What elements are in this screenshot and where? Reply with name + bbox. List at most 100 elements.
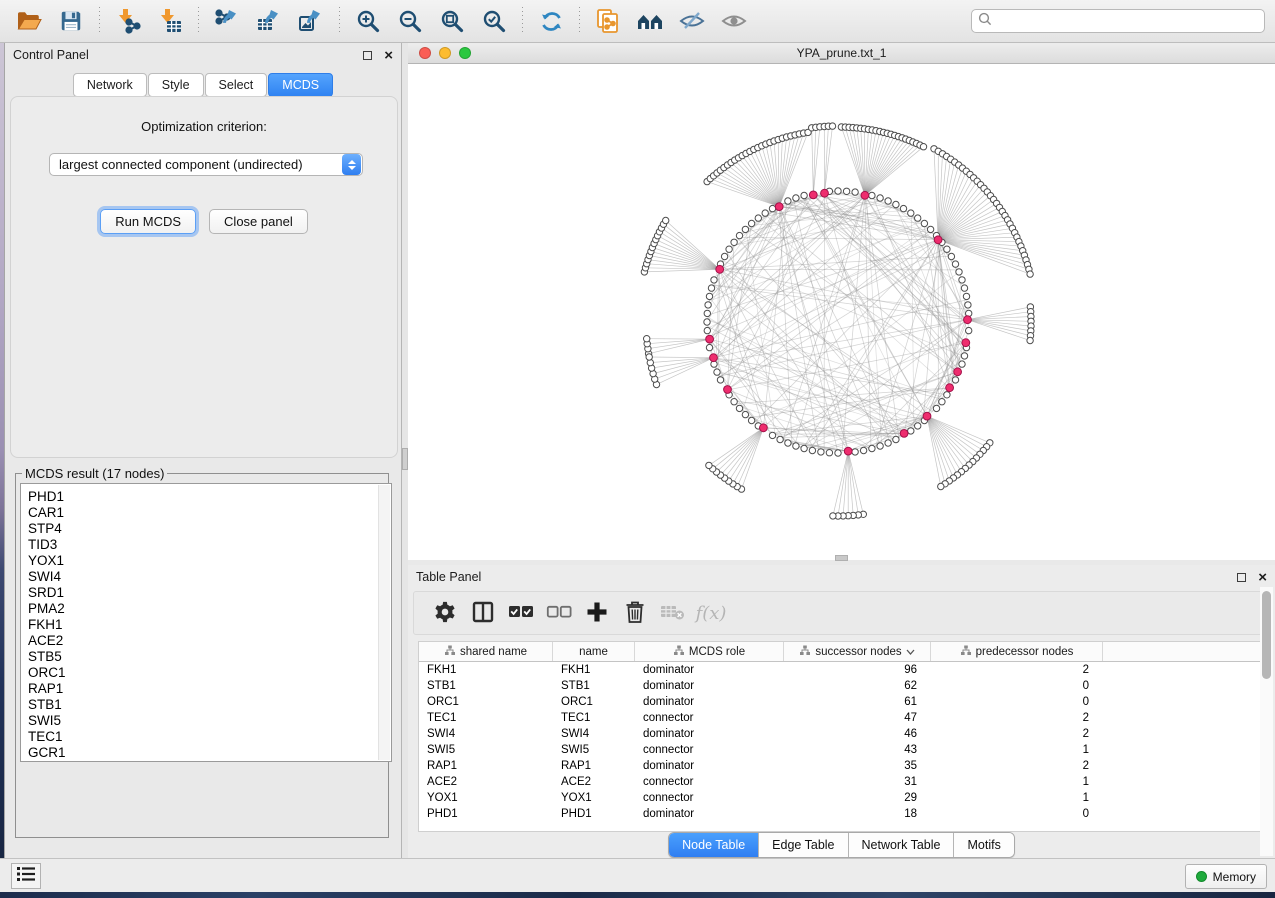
splitter-grip[interactable] xyxy=(835,555,848,561)
mcds-result-item[interactable]: SWI4 xyxy=(21,569,391,585)
mcds-result-item[interactable]: YOX1 xyxy=(21,553,391,569)
network-node-mcds[interactable] xyxy=(809,191,817,199)
cell-predecessor-nodes[interactable]: 0 xyxy=(931,696,1103,708)
network-node[interactable] xyxy=(731,399,737,405)
mcds-result-item[interactable]: STB1 xyxy=(21,697,391,713)
mcds-result-item[interactable]: SRD1 xyxy=(21,585,391,601)
network-node[interactable] xyxy=(948,253,954,259)
zoom-selected-button[interactable] xyxy=(479,6,509,36)
network-node[interactable] xyxy=(963,293,969,299)
cell-name[interactable]: ACE2 xyxy=(553,776,635,788)
cell-shared-name[interactable]: STB1 xyxy=(419,680,553,692)
cell-successor-nodes[interactable]: 62 xyxy=(784,680,931,692)
network-node[interactable] xyxy=(706,462,712,468)
network-node[interactable] xyxy=(938,483,944,489)
cell-successor-nodes[interactable]: 35 xyxy=(784,760,931,772)
network-node[interactable] xyxy=(708,285,714,291)
network-node[interactable] xyxy=(952,377,958,383)
network-node[interactable] xyxy=(704,310,710,316)
tab-network[interactable]: Network xyxy=(73,73,147,97)
cell-predecessor-nodes[interactable]: 2 xyxy=(931,728,1103,740)
cell-name[interactable]: STB1 xyxy=(553,680,635,692)
network-node-mcds[interactable] xyxy=(934,236,942,244)
import-network-button[interactable] xyxy=(113,6,143,36)
search-input[interactable] xyxy=(996,14,1258,28)
network-node[interactable] xyxy=(717,377,723,383)
network-node[interactable] xyxy=(921,220,927,226)
network-node[interactable] xyxy=(860,447,866,453)
float-panel-icon[interactable] xyxy=(363,51,372,60)
network-node[interactable] xyxy=(900,205,906,211)
cell-shared-name[interactable]: SWI4 xyxy=(419,728,553,740)
network-node[interactable] xyxy=(793,195,799,201)
delete-column-button[interactable] xyxy=(620,598,650,628)
table-row[interactable]: RAP1RAP1dominator352 xyxy=(419,758,1263,774)
cell-successor-nodes[interactable]: 96 xyxy=(784,664,931,676)
table-row[interactable]: ACE2ACE2connector311 xyxy=(419,774,1263,790)
cell-successor-nodes[interactable]: 43 xyxy=(784,744,931,756)
network-node[interactable] xyxy=(952,261,958,267)
mcds-result-item[interactable]: PHD1 xyxy=(21,489,391,505)
network-node[interactable] xyxy=(915,215,921,221)
network-node[interactable] xyxy=(755,215,761,221)
mcds-result-item[interactable]: RAP1 xyxy=(21,681,391,697)
network-node[interactable] xyxy=(731,239,737,245)
cell-shared-name[interactable]: ACE2 xyxy=(419,776,553,788)
cell-shared-name[interactable]: ORC1 xyxy=(419,696,553,708)
add-column-button[interactable] xyxy=(582,598,612,628)
cell-name[interactable]: FKH1 xyxy=(553,664,635,676)
table-row[interactable]: SWI5SWI5connector431 xyxy=(419,742,1263,758)
network-canvas[interactable] xyxy=(408,64,1275,560)
network-node[interactable] xyxy=(927,226,933,232)
network-node[interactable] xyxy=(809,447,815,453)
mcds-result-item[interactable]: TID3 xyxy=(21,537,391,553)
network-node-mcds[interactable] xyxy=(954,368,962,376)
network-node[interactable] xyxy=(966,327,972,333)
network-node[interactable] xyxy=(785,198,791,204)
task-history-button[interactable] xyxy=(11,863,41,889)
column-header-name[interactable]: name xyxy=(553,642,635,661)
cell-name[interactable]: ORC1 xyxy=(553,696,635,708)
cell-mcds-role[interactable]: connector xyxy=(635,712,784,724)
mcds-result-item[interactable]: FKH1 xyxy=(21,617,391,633)
tab-motifs[interactable]: Motifs xyxy=(954,833,1013,857)
network-node[interactable] xyxy=(826,450,832,456)
network-node[interactable] xyxy=(818,449,824,455)
cell-shared-name[interactable]: FKH1 xyxy=(419,664,553,676)
network-node-mcds[interactable] xyxy=(706,335,714,343)
clone-network-button[interactable] xyxy=(593,6,623,36)
network-node[interactable] xyxy=(711,277,717,283)
run-mcds-button[interactable]: Run MCDS xyxy=(100,209,196,234)
network-node[interactable] xyxy=(663,217,669,223)
network-node[interactable] xyxy=(908,428,914,434)
mcds-result-item[interactable]: ORC1 xyxy=(21,665,391,681)
network-node[interactable] xyxy=(1027,337,1033,343)
column-header-shared-name[interactable]: shared name xyxy=(419,642,553,661)
network-node[interactable] xyxy=(944,392,950,398)
cell-predecessor-nodes[interactable]: 2 xyxy=(931,760,1103,772)
network-node-mcds[interactable] xyxy=(710,354,718,362)
cell-mcds-role[interactable]: dominator xyxy=(635,728,784,740)
cell-predecessor-nodes[interactable]: 1 xyxy=(931,776,1103,788)
table-row[interactable]: TEC1TEC1connector472 xyxy=(419,710,1263,726)
network-node[interactable] xyxy=(944,246,950,252)
import-table-button[interactable] xyxy=(155,6,185,36)
network-node[interactable] xyxy=(956,269,962,275)
cell-mcds-role[interactable]: dominator xyxy=(635,696,784,708)
network-node[interactable] xyxy=(785,440,791,446)
network-node[interactable] xyxy=(769,205,775,211)
mcds-list-scrollbar[interactable] xyxy=(378,485,390,760)
table-row[interactable]: STB1STB1dominator620 xyxy=(419,678,1263,694)
cell-predecessor-nodes[interactable]: 1 xyxy=(931,792,1103,804)
network-node-mcds[interactable] xyxy=(716,265,724,273)
network-node-mcds[interactable] xyxy=(962,339,970,347)
cell-mcds-role[interactable]: connector xyxy=(635,744,784,756)
network-node[interactable] xyxy=(726,246,732,252)
network-node[interactable] xyxy=(777,436,783,442)
table-settings-button[interactable] xyxy=(430,598,460,628)
table-row[interactable]: ORC1ORC1dominator610 xyxy=(419,694,1263,710)
cell-mcds-role[interactable]: dominator xyxy=(635,664,784,676)
cell-shared-name[interactable]: YOX1 xyxy=(419,792,553,804)
network-node[interactable] xyxy=(769,432,775,438)
float-panel-icon[interactable] xyxy=(1237,573,1246,582)
